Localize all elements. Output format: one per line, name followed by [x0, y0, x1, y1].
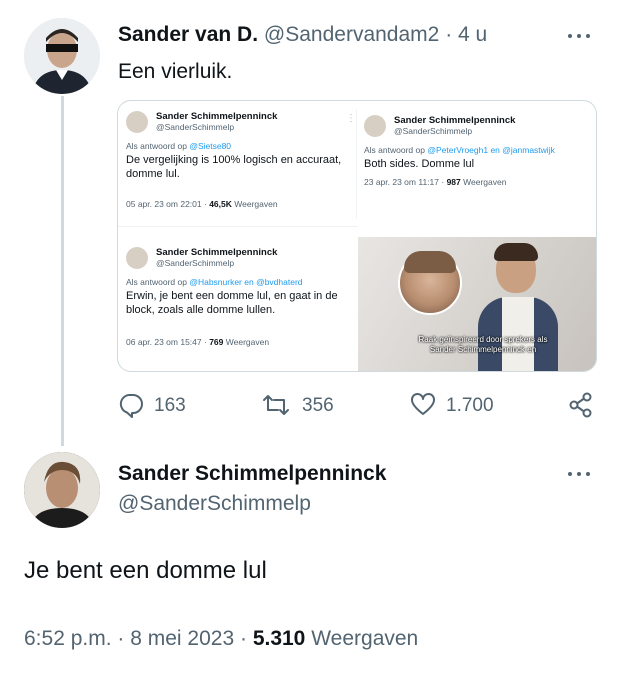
avatar	[126, 247, 148, 269]
avatar	[126, 111, 148, 133]
reply-count: 163	[154, 395, 186, 416]
display-name: Sander Schimmelpenninck	[394, 115, 516, 126]
avatar	[364, 115, 386, 137]
like-icon	[411, 393, 435, 415]
reply-context: Als antwoord op @Habsnurker en @bvdhater…	[126, 277, 303, 287]
video-thumbnail[interactable]: Raak geïnspireerd door sprekers als Sand…	[358, 237, 596, 371]
retweet-icon	[263, 395, 289, 415]
media-divider	[118, 226, 358, 227]
card-text: Erwin, je bent een domme lul, en gaat in…	[126, 290, 338, 316]
tweet-date[interactable]: 8 mei 2023	[130, 627, 234, 650]
display-name: Sander Schimmelpenninck	[156, 247, 278, 258]
card-footer: 06 apr. 23 om 15:47 · 769 Weergaven	[126, 337, 270, 347]
view-count: 5.310	[252, 627, 306, 650]
avatar[interactable]	[24, 18, 100, 94]
user-handle: @SanderSchimmelp	[394, 126, 473, 136]
reply-button[interactable]: 163	[118, 392, 218, 418]
display-name: Sander Schimmelpenninck	[156, 111, 278, 122]
card-text: De vergelijking is 100% logisch en accur…	[126, 154, 342, 180]
views-label: Weergaven	[311, 627, 419, 650]
card-text: Both sides. Domme lul	[364, 158, 475, 170]
reply-context: Als antwoord op @PeterVroegh1 en @janmas…	[364, 145, 555, 155]
tweet-time[interactable]: 6:52 p.m.	[24, 627, 112, 650]
reply-context: Als antwoord op @Sietse80	[126, 141, 232, 151]
share-button[interactable]	[568, 392, 594, 418]
tweet-meta: 6:52 p.m. · 8 mei 2023 · 5.310 Weergaven	[24, 627, 419, 650]
more-icon: ⋮	[346, 113, 356, 124]
card-footer: 05 apr. 23 om 22:01 · 46,5K Weergaven	[126, 199, 278, 209]
avatar[interactable]	[24, 452, 100, 528]
video-caption: Raak geïnspireerd door sprekers als Sand…	[418, 335, 548, 354]
quoted-tweet-card[interactable]: Sander Schimmelpenninck @SanderSchimmelp…	[126, 111, 361, 221]
user-handle[interactable]: @Sandervandam2	[264, 23, 439, 46]
quoted-tweet-card[interactable]: Sander Schimmelpenninck @SanderSchimmelp…	[126, 247, 361, 367]
tweet-text: Je bent een domme lul	[24, 557, 267, 584]
reply-icon	[119, 394, 143, 418]
display-name[interactable]: Sander van D.	[118, 23, 258, 46]
thread-line	[61, 96, 64, 446]
tweet-time[interactable]: 4 u	[458, 23, 487, 46]
display-name[interactable]: Sander Schimmelpenninck	[118, 462, 386, 486]
share-icon	[569, 392, 592, 418]
more-icon[interactable]	[567, 469, 595, 479]
retweet-count: 356	[302, 395, 334, 416]
retweet-button[interactable]: 356	[262, 392, 362, 418]
user-handle: @SanderSchimmelp	[156, 258, 235, 268]
user-handle: @SanderSchimmelp	[156, 122, 235, 132]
more-icon[interactable]	[567, 31, 595, 41]
tweet-text: Een vierluik.	[118, 60, 233, 83]
quoted-tweet-card[interactable]: Sander Schimmelpenninck @SanderSchimmelp…	[364, 115, 596, 215]
card-footer: 23 apr. 23 om 11:17 · 987 Weergaven	[364, 177, 507, 187]
like-button[interactable]: 1.700	[410, 392, 520, 418]
like-count: 1.700	[446, 395, 494, 416]
tweet-header: Sander van D. @Sandervandam2 · 4 u	[118, 23, 488, 46]
user-handle[interactable]: @SanderSchimmelp	[118, 492, 311, 516]
media-grid[interactable]: Sander Schimmelpenninck @SanderSchimmelp…	[117, 100, 597, 372]
